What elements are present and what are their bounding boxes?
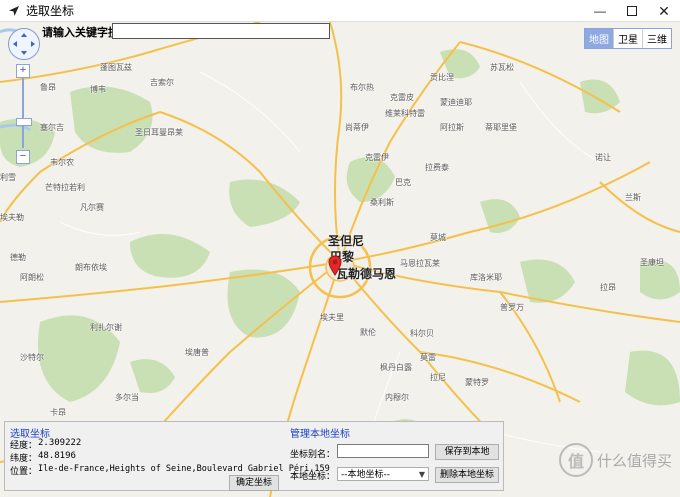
- map-label: 埃夫里: [320, 313, 344, 322]
- map-label: 莫城: [430, 233, 446, 242]
- map-label: 塞尔吉: [40, 123, 64, 132]
- map-label: 沙特尔: [20, 353, 44, 362]
- map-label: 阿拉斯: [440, 123, 464, 132]
- watermark-text: 什么值得买: [596, 451, 672, 470]
- map-label: 多尔当: [115, 393, 139, 402]
- search-input[interactable]: [112, 23, 330, 39]
- map-type-satellite[interactable]: 卫星: [613, 29, 642, 48]
- longitude-label: 经度：: [10, 441, 38, 451]
- map-label: 德勒: [10, 253, 26, 262]
- map-label: 默伦: [360, 328, 376, 337]
- zoom-slider-track[interactable]: [22, 78, 24, 148]
- map-label: 拉尼: [430, 373, 446, 382]
- map-label: 韦尔农: [50, 158, 74, 167]
- map-label: 阿朗松: [20, 273, 44, 282]
- location-pin-icon[interactable]: [327, 254, 343, 276]
- map-label: 科尔贝: [410, 329, 434, 338]
- map-label: 吉索尔: [150, 78, 174, 87]
- minus-icon: −: [19, 150, 27, 162]
- pan-control[interactable]: [8, 28, 40, 60]
- map-type-map[interactable]: 地图: [585, 29, 613, 48]
- minimize-icon: —: [594, 4, 606, 18]
- map-label: 利雪: [0, 173, 16, 182]
- map-label: 蒙迪迪耶: [440, 98, 472, 107]
- map-label: 枫丹白露: [380, 363, 412, 372]
- map-label: 埃夫勒: [0, 213, 24, 222]
- close-button[interactable]: ✕: [648, 0, 680, 22]
- location-arrow-icon: [5, 2, 23, 20]
- maximize-icon: [627, 6, 637, 16]
- map-label-saint-denis: 圣但尼: [328, 234, 365, 248]
- title-bar: 选取坐标 — ✕: [0, 0, 680, 22]
- map-label: 埃唐普: [185, 348, 209, 357]
- maximize-button[interactable]: [616, 0, 648, 22]
- chevron-down-icon: ▼: [418, 470, 425, 479]
- map-label: 内穆尔: [385, 393, 409, 402]
- map-label: 利扎尔谢: [90, 323, 122, 332]
- plus-icon: +: [19, 64, 27, 76]
- map-label-val-de-marne: 瓦勒德马恩: [336, 267, 397, 281]
- map-label: 桑利斯: [370, 198, 394, 207]
- alias-label: 坐标别名：: [290, 450, 336, 460]
- map-label: 普罗万: [500, 303, 524, 312]
- map-label: 拉昂: [600, 283, 616, 292]
- map-label: 莫雷: [420, 353, 436, 362]
- confirm-coordinate-button[interactable]: 确定坐标: [229, 475, 279, 491]
- save-local-button[interactable]: 保存到本地: [435, 444, 499, 460]
- map-label: 蓬图瓦兹: [100, 63, 132, 72]
- longitude-value: 2.309222: [38, 438, 82, 448]
- map-label: 蒙特罗: [465, 378, 489, 387]
- map-label: 兰斯: [625, 193, 641, 202]
- map-label: 克雷皮: [390, 93, 414, 102]
- map-label: 贡比涅: [430, 73, 454, 82]
- location-value: Ile-de-France,Heights of Seine,Boulevard…: [38, 464, 330, 474]
- map-label: 拉费泰: [425, 163, 449, 172]
- location-label: 位置：: [10, 467, 38, 477]
- map-label: 库洛米耶: [470, 273, 502, 282]
- map-label: 圣康坦: [640, 258, 664, 267]
- map-type-3d[interactable]: 三维: [642, 29, 671, 48]
- map-label: 鲁昂: [40, 83, 56, 92]
- map-label: 马恩拉瓦莱: [400, 259, 440, 268]
- local-coordinate-label: 本地坐标：: [290, 472, 336, 482]
- delete-local-button[interactable]: 删除本地坐标: [435, 467, 499, 483]
- coordinate-panel: 选取坐标 经度： 2.309222 纬度： 48.8196 位置： Ile-de…: [4, 421, 504, 491]
- map-label: 博韦: [90, 85, 106, 94]
- zoom-out-button[interactable]: −: [16, 150, 30, 164]
- map-label: 圣日耳曼昂莱: [135, 128, 183, 137]
- local-coordinate-selected: --本地坐标--: [341, 470, 390, 480]
- map-label: 诺让: [595, 153, 611, 162]
- map-label: 维莱科特雷: [385, 109, 425, 118]
- navigation-control: + −: [8, 28, 40, 164]
- watermark-logo: 值: [558, 443, 593, 477]
- latitude-value: 48.8196: [38, 451, 76, 461]
- map-label: 巴克: [395, 178, 411, 187]
- alias-input[interactable]: [337, 444, 429, 458]
- zoom-in-button[interactable]: +: [16, 64, 30, 78]
- map-label: 苏瓦松: [490, 63, 514, 72]
- watermark: 值 什么值得买: [558, 443, 672, 477]
- map-label: 卡昂: [50, 408, 66, 417]
- minimize-button[interactable]: —: [584, 0, 616, 22]
- pan-arrows-icon: [13, 33, 35, 55]
- window-title: 选取坐标: [26, 4, 75, 18]
- map-label: 蒂耶里堡: [485, 123, 517, 132]
- local-coordinate-select[interactable]: --本地坐标-- ▼: [337, 467, 429, 481]
- close-icon: ✕: [658, 2, 670, 19]
- map-label: 芒特拉若利: [45, 183, 85, 192]
- map-label: 凡尔赛: [80, 203, 104, 212]
- map-label: 朗布依埃: [75, 263, 107, 272]
- map-type-switch: 地图 卫星 三维: [584, 28, 672, 49]
- map-label: 克雷伊: [365, 153, 389, 162]
- manage-local-title: 管理本地坐标: [290, 429, 350, 440]
- map-label: 布尔热: [350, 83, 374, 92]
- map-label: 尚蒂伊: [345, 123, 369, 132]
- zoom-slider-thumb[interactable]: [16, 118, 32, 126]
- latitude-label: 纬度：: [10, 454, 38, 464]
